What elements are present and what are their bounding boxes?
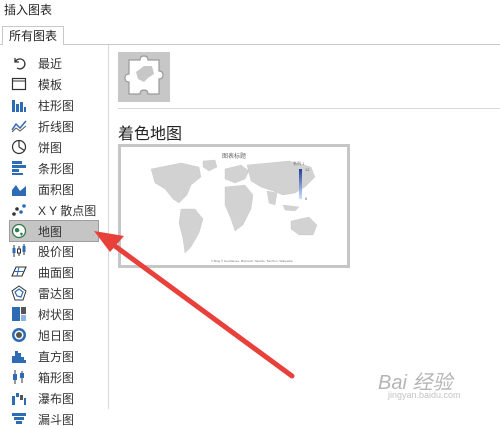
red-arrow-annotation [94, 231, 295, 379]
funnel-chart-icon [10, 410, 28, 428]
sidebar-item-label: 漏斗图 [38, 412, 75, 427]
watermark-url: jingyan.baidu.com [388, 390, 461, 400]
sidebar-item-funnel[interactable]: 漏斗图 [10, 409, 102, 429]
